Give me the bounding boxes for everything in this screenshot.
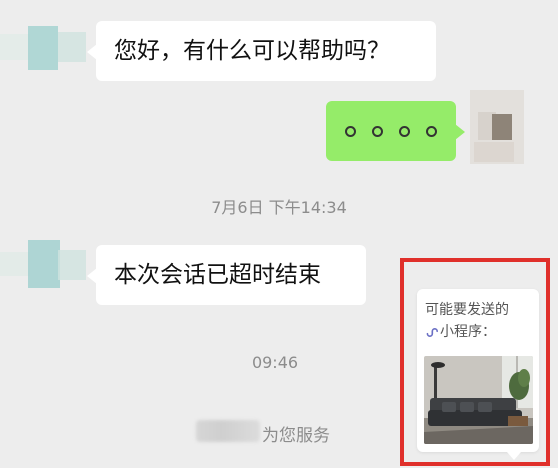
service-notice: 为您服务 xyxy=(262,426,330,446)
suggestion-subtitle-label: 小程序： xyxy=(440,324,496,340)
outgoing-message-bubble[interactable] xyxy=(326,101,465,161)
suggestion-subtitle: 小程序： xyxy=(425,321,496,343)
dot-glyph xyxy=(345,125,356,137)
service-name-blurred xyxy=(196,420,260,442)
incoming-message-bubble[interactable]: 本次会话已超时结束 xyxy=(87,245,366,305)
contact-avatar-blurred[interactable] xyxy=(0,20,86,72)
sofa-living-room-image xyxy=(424,356,533,444)
mini-program-suggestion-card[interactable]: 可能要发送的 小程序： xyxy=(417,289,539,460)
ellipsis-content xyxy=(326,101,456,161)
suggestion-title: 可能要发送的 xyxy=(425,302,509,318)
dot-glyph xyxy=(372,125,383,137)
mini-program-icon xyxy=(426,327,438,337)
dot-glyph xyxy=(426,125,437,137)
mini-program-thumbnail[interactable] xyxy=(424,356,533,444)
message-timestamp: 09:46 xyxy=(251,353,299,372)
user-avatar-blurred[interactable] xyxy=(470,90,524,164)
chat-screen: 您好，有什么可以帮助吗？ 7月6日 下午14:34 本次会话已超时结束 09:4… xyxy=(0,0,558,468)
contact-avatar-blurred[interactable] xyxy=(0,228,86,298)
incoming-message-bubble[interactable]: 您好，有什么可以帮助吗？ xyxy=(87,21,436,81)
message-timestamp: 7月6日 下午14:34 xyxy=(211,198,347,217)
dot-glyph xyxy=(399,125,410,137)
